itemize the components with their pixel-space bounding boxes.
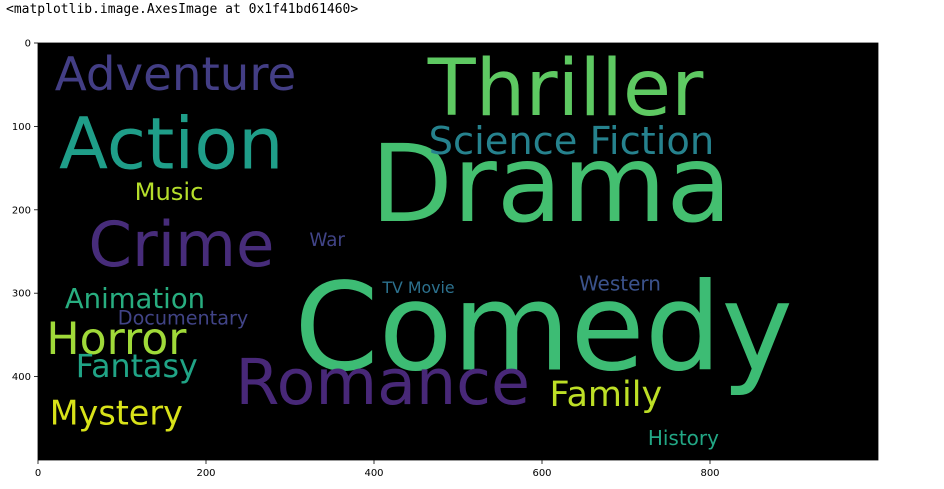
word-western: Western	[579, 272, 661, 296]
word-documentary: Documentary	[118, 307, 248, 330]
wordcloud-chart: DramaComedyThrillerActionRomanceCrimeAdv…	[12, 39, 879, 479]
y-tick-label: 400	[12, 372, 31, 383]
x-axis: 0 200 400 600 800	[35, 460, 720, 479]
word-adventure: Adventure	[55, 48, 296, 102]
word-fantasy: Fantasy	[76, 349, 198, 385]
x-tick-label: 0	[35, 468, 41, 479]
x-tick-label: 200	[196, 468, 215, 479]
word-romance: Romance	[235, 345, 530, 419]
word-action: Action	[59, 101, 284, 185]
word-science-fiction: Science Fiction	[429, 119, 715, 164]
word-war: War	[309, 230, 345, 251]
x-tick-label: 600	[532, 468, 551, 479]
word-mystery: Mystery	[50, 393, 183, 432]
x-tick-label: 800	[700, 468, 719, 479]
y-tick-label: 300	[12, 289, 31, 300]
word-music: Music	[135, 178, 204, 206]
word-tv-movie: TV Movie	[381, 278, 454, 297]
word-history: History	[648, 426, 719, 450]
y-tick-label: 0	[25, 39, 31, 50]
word-family: Family	[550, 375, 663, 415]
y-tick-label: 100	[12, 122, 31, 133]
y-axis: 0 100 200 300 400	[12, 39, 38, 383]
y-tick-label: 200	[12, 205, 31, 216]
x-tick-label: 400	[364, 468, 383, 479]
word-crime: Crime	[88, 208, 274, 281]
